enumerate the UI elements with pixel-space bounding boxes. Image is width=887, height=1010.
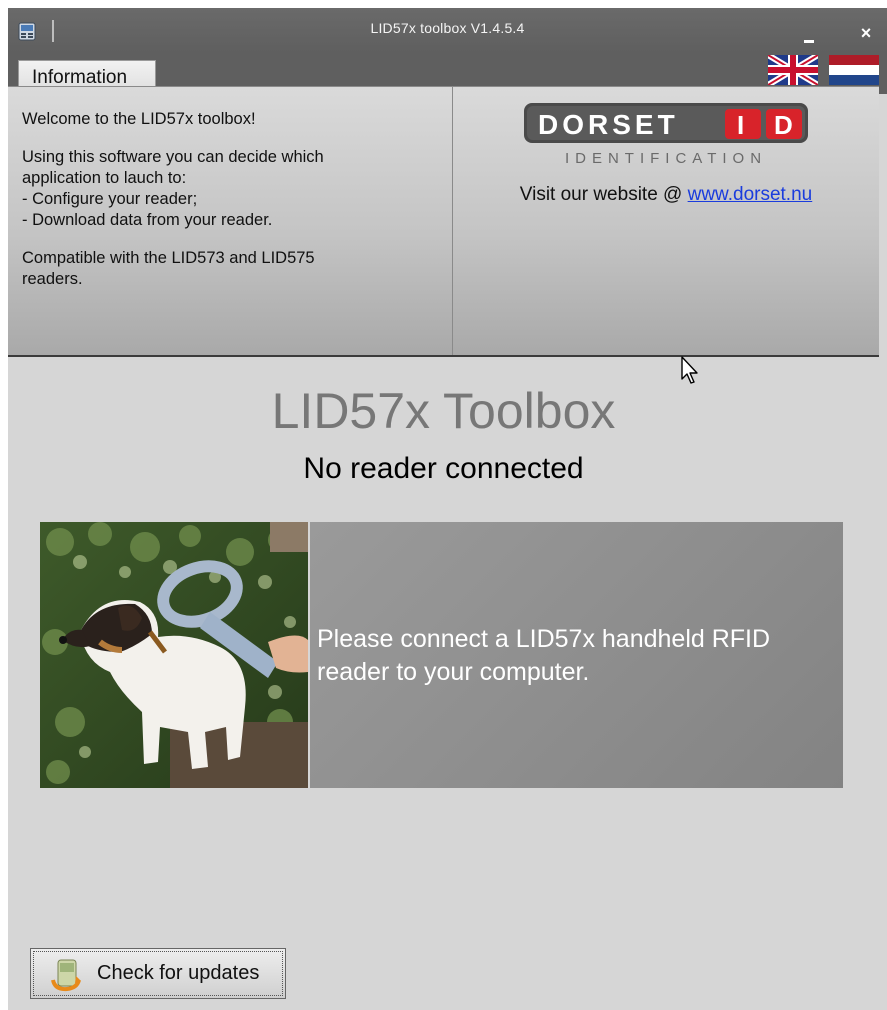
connect-message-box: Please connect a LID57x handheld RFID re… xyxy=(310,522,843,788)
dorset-id-logo: DORSET I D IDENTIFICATION xyxy=(524,103,808,167)
main-title: LID57x Toolbox xyxy=(271,383,616,439)
reader-status: No reader connected xyxy=(303,452,584,485)
check-for-updates-button[interactable]: Check for updates xyxy=(30,948,286,999)
information-panel: Welcome to the LID57x toolbox! Using thi… xyxy=(8,86,879,357)
logo-id-i: I xyxy=(737,110,744,140)
minimize-button[interactable] xyxy=(796,28,822,46)
option-download: - Download data from your reader. xyxy=(22,211,273,229)
update-icon xyxy=(51,959,81,992)
logo-subtitle: IDENTIFICATION xyxy=(565,150,767,167)
visit-label: Visit our website @ xyxy=(519,184,688,205)
logo-id-d: D xyxy=(774,110,793,140)
close-button[interactable]: × xyxy=(854,22,878,44)
panel-divider xyxy=(452,87,453,355)
update-button-label: Check for updates xyxy=(97,962,260,984)
logo-word: DORSET xyxy=(538,109,679,140)
website-link[interactable]: www.dorset.nu xyxy=(688,184,813,205)
dog-scanner-photo xyxy=(40,522,308,788)
message-line-1: Please connect a LID57x handheld RFID xyxy=(317,625,771,653)
title-bar[interactable]: LID57x toolbox V1.4.5.4 × xyxy=(8,8,887,52)
nl-flag-icon[interactable] xyxy=(829,55,879,85)
option-configure: - Configure your reader; xyxy=(22,190,198,208)
welcome-line: Welcome to the LID57x toolbox! xyxy=(22,110,256,128)
welcome-text: Welcome to the LID57x toolbox! Using thi… xyxy=(22,109,442,307)
intro-line-2: application to lauch to: xyxy=(22,169,187,187)
compat-line-1: Compatible with the LID573 and LID575 xyxy=(22,249,315,267)
intro-line-1: Using this software you can decide which xyxy=(22,148,324,166)
window-title: LID57x toolbox V1.4.5.4 xyxy=(370,20,525,36)
uk-flag-icon[interactable] xyxy=(768,55,818,85)
compat-line-2: readers. xyxy=(22,270,83,288)
visit-website-text: Visit our website @ www.dorset.nu xyxy=(453,184,879,206)
connect-message: Please connect a LID57x handheld RFID re… xyxy=(317,623,837,689)
message-line-2: reader to your computer. xyxy=(317,658,590,686)
